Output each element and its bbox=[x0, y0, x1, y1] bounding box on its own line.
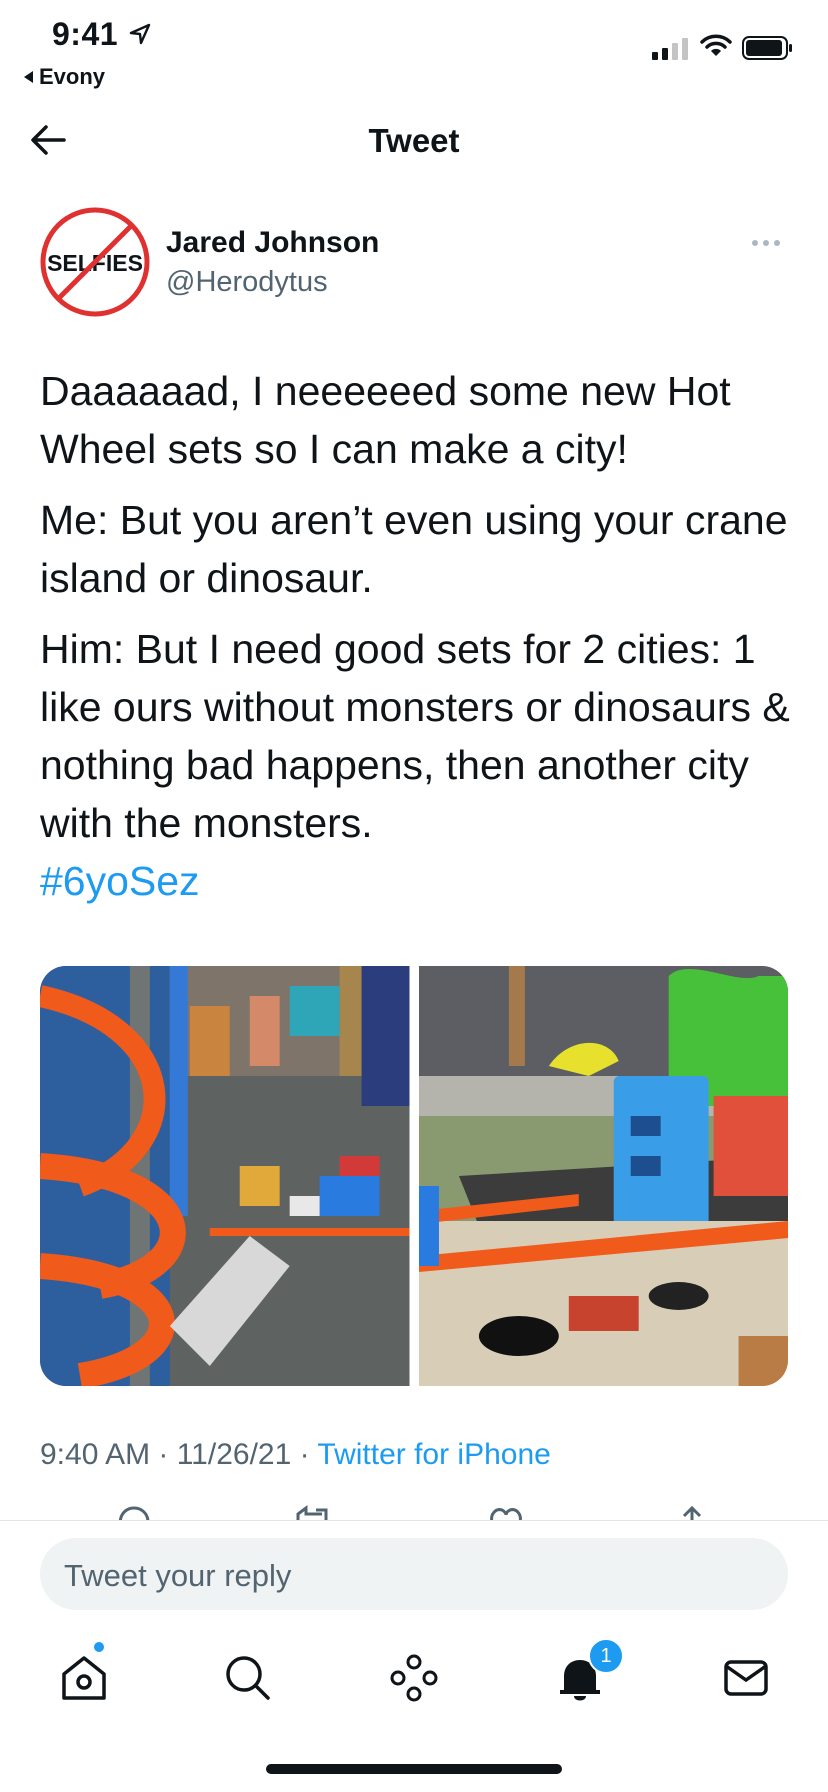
reply-input[interactable]: Tweet your reply bbox=[40, 1538, 788, 1610]
tweet-timestamp: 9:40 AM · 11/26/21 · bbox=[40, 1438, 318, 1471]
tweet-paragraph: Daaaaaad, I neeeeeed some new Hot Wheel … bbox=[40, 368, 731, 472]
photo-1-image bbox=[40, 966, 410, 1386]
home-icon[interactable] bbox=[56, 1650, 112, 1706]
reply-icon[interactable] bbox=[114, 1504, 154, 1520]
notifications-badge: 1 bbox=[588, 1638, 624, 1674]
tweet-meta: 9:40 AM · 11/26/21 · Twitter for iPhone bbox=[40, 1438, 551, 1472]
messages-envelope-icon[interactable] bbox=[718, 1650, 774, 1706]
like-icon[interactable] bbox=[486, 1504, 526, 1520]
page-title: Tweet bbox=[368, 122, 460, 159]
avatar[interactable]: SELFIES bbox=[40, 207, 150, 317]
spaces-icon[interactable] bbox=[386, 1650, 442, 1706]
wifi-icon bbox=[700, 34, 732, 56]
tweet-photo-2[interactable] bbox=[418, 966, 788, 1386]
retweet-icon[interactable] bbox=[292, 1504, 336, 1520]
search-icon[interactable] bbox=[220, 1650, 276, 1706]
status-time: 9:41 bbox=[52, 16, 119, 52]
location-arrow-icon bbox=[129, 23, 151, 45]
tweet-photo-1[interactable] bbox=[40, 966, 410, 1386]
tweet-paragraph: Him: But I need good sets for 2 cities: … bbox=[40, 626, 790, 846]
battery-icon bbox=[742, 36, 792, 60]
tweet-paragraph: Me: But you aren’t even using your crane… bbox=[40, 497, 788, 601]
photo-2-image bbox=[418, 966, 788, 1386]
reply-placeholder: Tweet your reply bbox=[64, 1558, 292, 1593]
author-handle[interactable]: @Herodytus bbox=[166, 266, 328, 299]
home-indicator[interactable] bbox=[266, 1764, 562, 1774]
share-icon[interactable] bbox=[674, 1504, 710, 1520]
more-options-icon[interactable] bbox=[752, 240, 780, 246]
tweet-source-link[interactable]: Twitter for iPhone bbox=[317, 1438, 550, 1471]
home-unread-dot bbox=[94, 1642, 104, 1652]
tweet-text: Daaaaaad, I neeeeeed some new Hot Wheel … bbox=[40, 362, 800, 910]
author-name[interactable]: Jared Johnson bbox=[166, 226, 379, 260]
tweet-media bbox=[40, 966, 788, 1386]
tweet-actions-bar bbox=[0, 1504, 828, 1520]
back-triangle-icon bbox=[24, 71, 33, 83]
hashtag-link[interactable]: #6yoSez bbox=[40, 852, 800, 910]
back-app-label: Evony bbox=[39, 64, 106, 89]
divider bbox=[0, 1520, 828, 1521]
cellular-signal-icon bbox=[652, 38, 688, 60]
back-to-app-button[interactable]: Evony bbox=[24, 64, 105, 90]
